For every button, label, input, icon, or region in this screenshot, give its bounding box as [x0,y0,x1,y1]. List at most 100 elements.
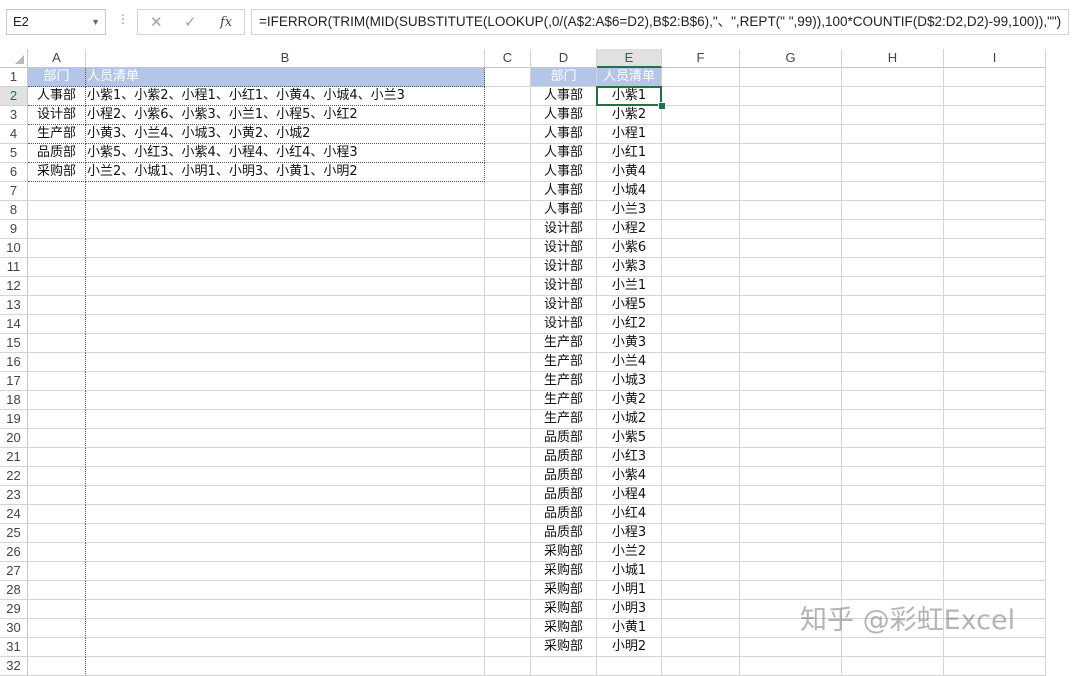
cell-f29[interactable] [662,600,740,619]
cell-e12[interactable]: 小兰1 [597,277,662,296]
cell-i6[interactable] [944,163,1046,182]
cell-a27[interactable] [28,562,86,581]
formula-input[interactable]: =IFERROR(TRIM(MID(SUBSTITUTE(LOOKUP(,0/(… [251,9,1069,35]
cell-e9[interactable]: 小程2 [597,220,662,239]
cell-i31[interactable] [944,638,1046,657]
row-header-3[interactable]: 3 [0,106,28,125]
cell-f21[interactable] [662,448,740,467]
column-header-b[interactable]: B [86,49,485,68]
cell-e16[interactable]: 小兰4 [597,353,662,372]
cell-f17[interactable] [662,372,740,391]
cell-f6[interactable] [662,163,740,182]
cell-e27[interactable]: 小城1 [597,562,662,581]
cell-b9[interactable] [86,220,485,239]
cell-d16[interactable]: 生产部 [531,353,597,372]
cell-d10[interactable]: 设计部 [531,239,597,258]
row-header-7[interactable]: 7 [0,182,28,201]
cell-g3[interactable] [740,106,842,125]
cell-f32[interactable] [662,657,740,676]
column-header-i[interactable]: I [944,49,1046,68]
cell-e6[interactable]: 小黄4 [597,163,662,182]
cell-a28[interactable] [28,581,86,600]
cell-d4[interactable]: 人事部 [531,125,597,144]
cell-g23[interactable] [740,486,842,505]
cell-c25[interactable] [485,524,531,543]
select-all-corner[interactable] [0,49,28,68]
row-header-12[interactable]: 12 [0,277,28,296]
cell-b15[interactable] [86,334,485,353]
cell-g16[interactable] [740,353,842,372]
cell-g19[interactable] [740,410,842,429]
row-header-2[interactable]: 2 [0,87,28,106]
cell-a20[interactable] [28,429,86,448]
cell-d28[interactable]: 采购部 [531,581,597,600]
cell-a13[interactable] [28,296,86,315]
cell-a25[interactable] [28,524,86,543]
cell-c10[interactable] [485,239,531,258]
cell-c30[interactable] [485,619,531,638]
cell-d22[interactable]: 品质部 [531,467,597,486]
cell-g26[interactable] [740,543,842,562]
fill-handle[interactable] [658,102,666,110]
cell-b23[interactable] [86,486,485,505]
cell-d21[interactable]: 品质部 [531,448,597,467]
cell-g10[interactable] [740,239,842,258]
cell-d7[interactable]: 人事部 [531,182,597,201]
row-header-13[interactable]: 13 [0,296,28,315]
cell-i16[interactable] [944,353,1046,372]
cell-e2[interactable]: 小紫1 [597,87,662,106]
cell-i11[interactable] [944,258,1046,277]
column-header-f[interactable]: F [662,49,740,68]
cell-e32[interactable] [597,657,662,676]
cell-e20[interactable]: 小紫5 [597,429,662,448]
row-header-30[interactable]: 30 [0,619,28,638]
cell-d17[interactable]: 生产部 [531,372,597,391]
cell-h10[interactable] [842,239,944,258]
cell-c28[interactable] [485,581,531,600]
row-header-11[interactable]: 11 [0,258,28,277]
cell-h17[interactable] [842,372,944,391]
cell-b31[interactable] [86,638,485,657]
cell-b21[interactable] [86,448,485,467]
cell-f1[interactable] [662,68,740,87]
cell-b8[interactable] [86,201,485,220]
cell-d3[interactable]: 人事部 [531,106,597,125]
cell-d15[interactable]: 生产部 [531,334,597,353]
cell-h27[interactable] [842,562,944,581]
cell-c2[interactable] [485,87,531,106]
cell-f24[interactable] [662,505,740,524]
cell-g14[interactable] [740,315,842,334]
row-header-23[interactable]: 23 [0,486,28,505]
cell-e13[interactable]: 小程5 [597,296,662,315]
cell-e3[interactable]: 小紫2 [597,106,662,125]
cell-i1[interactable] [944,68,1046,87]
row-header-9[interactable]: 9 [0,220,28,239]
cell-b16[interactable] [86,353,485,372]
table2-header-list[interactable]: 人员清单 [597,68,662,87]
cell-h9[interactable] [842,220,944,239]
row-header-29[interactable]: 29 [0,600,28,619]
cell-b20[interactable] [86,429,485,448]
cell-a4[interactable]: 生产部 [28,125,86,144]
row-header-20[interactable]: 20 [0,429,28,448]
cell-h32[interactable] [842,657,944,676]
cell-e7[interactable]: 小城4 [597,182,662,201]
cell-g15[interactable] [740,334,842,353]
cell-e21[interactable]: 小红3 [597,448,662,467]
cell-c14[interactable] [485,315,531,334]
row-header-15[interactable]: 15 [0,334,28,353]
table1-header-dept[interactable]: 部门 [28,68,86,87]
cell-d20[interactable]: 品质部 [531,429,597,448]
cell-i7[interactable] [944,182,1046,201]
column-header-h[interactable]: H [842,49,944,68]
cell-g22[interactable] [740,467,842,486]
cell-c23[interactable] [485,486,531,505]
row-header-14[interactable]: 14 [0,315,28,334]
cell-h8[interactable] [842,201,944,220]
cell-f5[interactable] [662,144,740,163]
cell-f14[interactable] [662,315,740,334]
cell-a3[interactable]: 设计部 [28,106,86,125]
cell-a30[interactable] [28,619,86,638]
cell-f12[interactable] [662,277,740,296]
row-header-22[interactable]: 22 [0,467,28,486]
